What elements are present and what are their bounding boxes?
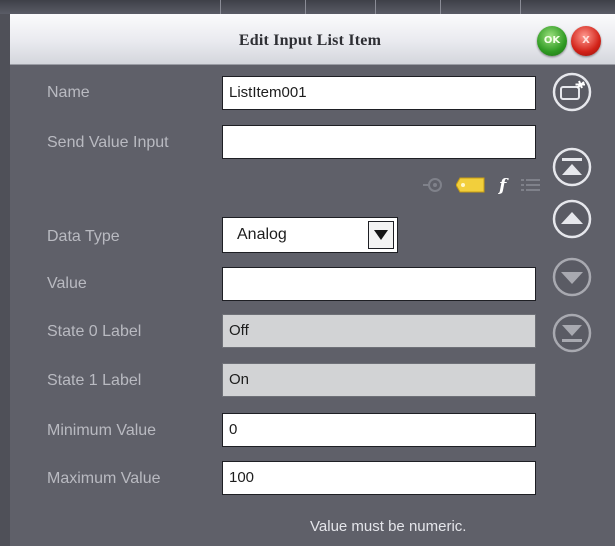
title-bar: Edit Input List Item OK X	[10, 14, 615, 65]
strip-divider	[440, 0, 441, 14]
state-1-label-label: State 1 Label	[47, 372, 142, 389]
data-type-select[interactable]: Analog	[222, 217, 398, 253]
minimum-value-field[interactable]: 0	[222, 413, 536, 447]
edit-input-list-item-dialog: Edit Input List Item OK X Name ListItem0…	[10, 14, 615, 546]
add-item-icon	[552, 72, 592, 112]
send-value-input-label: Send Value Input	[47, 134, 169, 151]
minimum-value-label: Minimum Value	[47, 422, 157, 439]
strip-divider	[305, 0, 306, 14]
function-icon[interactable]: f	[497, 174, 513, 201]
move-top-button[interactable]	[552, 147, 592, 187]
name-label: Name	[47, 84, 90, 101]
add-item-button[interactable]	[552, 72, 592, 112]
dropdown-button[interactable]	[368, 221, 394, 249]
value-label: Value	[47, 275, 87, 292]
state-0-label-label: State 0 Label	[47, 323, 142, 340]
move-top-icon	[552, 147, 592, 187]
value-field[interactable]	[222, 267, 536, 301]
data-type-label: Data Type	[47, 228, 120, 245]
background-window-strip	[0, 0, 615, 14]
dialog-title: Edit Input List Item	[238, 32, 382, 49]
move-up-button[interactable]	[552, 199, 592, 239]
tag-icon[interactable]	[455, 174, 486, 201]
maximum-value-field[interactable]: 100	[222, 461, 536, 495]
strip-divider	[220, 0, 221, 14]
strip-divider	[375, 0, 376, 14]
move-down-icon	[552, 257, 592, 297]
validation-message: Value must be numeric.	[310, 518, 467, 535]
state-0-label-field: Off	[222, 314, 536, 348]
ok-button[interactable]: OK	[537, 26, 567, 56]
signal-join-icon[interactable]	[422, 174, 444, 201]
move-bottom-button[interactable]	[552, 313, 592, 353]
chevron-down-icon	[374, 230, 388, 240]
state-1-label-field: On	[222, 363, 536, 397]
svg-text:f: f	[498, 176, 509, 196]
data-type-value: Analog	[237, 226, 287, 243]
move-up-icon	[552, 199, 592, 239]
strip-divider	[520, 0, 521, 14]
send-value-input-field[interactable]	[222, 125, 536, 159]
move-down-button[interactable]	[552, 257, 592, 297]
maximum-value-label: Maximum Value	[47, 470, 161, 487]
move-bottom-icon	[552, 313, 592, 353]
cancel-button[interactable]: X	[571, 26, 601, 56]
list-icon[interactable]	[520, 174, 542, 201]
name-field[interactable]: ListItem001	[222, 76, 536, 110]
